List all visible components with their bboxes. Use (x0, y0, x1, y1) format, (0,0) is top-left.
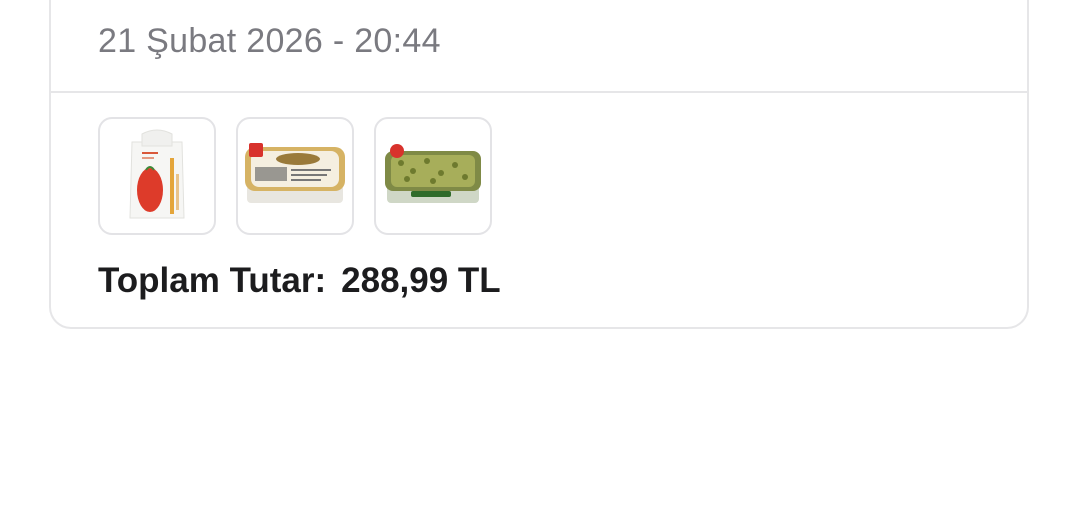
total-value: 288,99 TL (341, 261, 501, 300)
olive-tray-image (385, 144, 481, 203)
cheese-tub-image (245, 143, 345, 203)
order-history-page: 21 Şubat 2026 - 20:44 Toplam Tutar: 288,… (0, 0, 1080, 518)
shopping-bag-image (129, 129, 185, 219)
order-total: Toplam Tutar: 288,99 TL (98, 261, 501, 301)
total-label: Toplam Tutar: (98, 261, 327, 300)
product-thumbnail[interactable] (236, 117, 354, 235)
product-thumbnails (98, 117, 492, 235)
order-date: 21 Şubat 2026 - 20:44 (98, 22, 441, 60)
product-thumbnail[interactable] (374, 117, 492, 235)
card-divider (51, 91, 1027, 93)
product-thumbnail[interactable] (98, 117, 216, 235)
order-card[interactable]: 21 Şubat 2026 - 20:44 Toplam Tutar: 288,… (49, 0, 1029, 329)
